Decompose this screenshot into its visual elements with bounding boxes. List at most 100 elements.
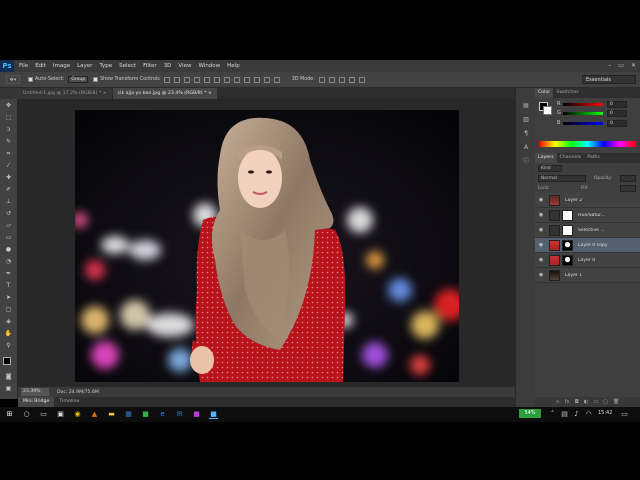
3d-roll-icon[interactable] — [328, 76, 335, 83]
align-right-icon[interactable] — [213, 76, 220, 83]
tab-layers[interactable]: Layers — [535, 153, 557, 163]
blend-mode-dropdown[interactable]: Normal — [538, 174, 586, 182]
layer-row[interactable]: ◉ Layer 0 — [535, 253, 640, 268]
maximize-icon[interactable]: ▭ — [618, 62, 624, 69]
type-tool-icon[interactable]: T — [4, 282, 13, 290]
screen-mode-icon[interactable]: ▣ — [4, 385, 13, 393]
tab-mini-bridge[interactable]: Mini Bridge — [18, 397, 55, 407]
move-tool-preset-icon[interactable]: ✥▾ — [6, 75, 20, 84]
history-brush-tool-icon[interactable]: ↺ — [4, 210, 13, 218]
search-icon[interactable]: ○ — [22, 410, 31, 419]
quick-mask-icon[interactable]: ◙ — [4, 373, 13, 381]
info-panel-icon[interactable]: ⓘ — [522, 158, 530, 166]
distribute-left-icon[interactable] — [253, 76, 260, 83]
slider-b-value[interactable]: 0 — [607, 119, 627, 127]
workspace-dropdown[interactable]: Essentials — [582, 75, 636, 84]
zoom-level-field[interactable]: 23.39% — [21, 388, 49, 396]
lasso-tool-icon[interactable]: ↄ — [4, 126, 13, 134]
menu-view[interactable]: View — [178, 63, 191, 69]
paragraph-panel-icon[interactable]: ¶ — [522, 130, 530, 138]
eyedropper-tool-icon[interactable]: ⁄ — [4, 162, 13, 170]
menu-file[interactable]: File — [19, 63, 28, 69]
dodge-tool-icon[interactable]: ◔ — [4, 258, 13, 266]
clone-stamp-tool-icon[interactable]: ⊥ — [4, 198, 13, 206]
opacity-field[interactable] — [619, 174, 636, 182]
pen-tool-icon[interactable]: ✒ — [4, 270, 13, 278]
fill-field[interactable] — [619, 184, 636, 192]
tab-untitled-1[interactable]: Untitled-1.jpg @ 17.2% (RGB/8) * × — [18, 88, 112, 99]
path-selection-tool-icon[interactable]: ➤ — [4, 294, 13, 302]
3d-rotate-icon[interactable] — [318, 76, 325, 83]
3d-slide-icon[interactable] — [348, 76, 355, 83]
character-panel-icon[interactable]: A — [522, 144, 530, 152]
distribute-bottom-icon[interactable] — [243, 76, 250, 83]
slider-r-track[interactable] — [563, 102, 603, 106]
taskbar-clock[interactable]: 15:42 — [598, 410, 612, 416]
distribute-right-icon[interactable] — [273, 76, 280, 83]
3d-tool-icon[interactable]: ◈ — [4, 318, 13, 326]
eye-icon[interactable]: ◉ — [538, 227, 544, 233]
eye-icon[interactable]: ◉ — [538, 212, 544, 218]
align-middle-icon[interactable] — [173, 76, 180, 83]
3d-scale-icon[interactable] — [358, 76, 365, 83]
menu-type[interactable]: Type — [99, 63, 112, 69]
distribute-top-icon[interactable] — [223, 76, 230, 83]
properties-panel-icon[interactable]: ▥ — [522, 116, 530, 124]
align-left-icon[interactable] — [193, 76, 200, 83]
menu-filter[interactable]: Filter — [143, 63, 157, 69]
menu-window[interactable]: Window — [198, 63, 220, 69]
distribute-middle-icon[interactable] — [233, 76, 240, 83]
tab-active-document[interactable]: cik ajja yo ban.jpg @ 23.4% (RGB/8) * × — [112, 88, 217, 99]
menu-layer[interactable]: Layer — [77, 63, 92, 69]
auto-select-checkbox[interactable] — [28, 77, 33, 82]
show-transform-checkbox[interactable] — [93, 77, 99, 82]
tab-channels[interactable]: Channels — [557, 153, 585, 163]
eye-icon[interactable]: ◉ — [538, 242, 544, 248]
vlc-icon[interactable]: ▲ — [90, 410, 99, 419]
battery-indicator[interactable]: 54% — [519, 409, 541, 418]
auto-select-dropdown[interactable]: Group — [68, 76, 89, 83]
edge-icon[interactable]: e — [158, 410, 167, 419]
crop-tool-icon[interactable]: ⌗ — [4, 150, 13, 158]
foreground-color-swatch[interactable] — [3, 357, 11, 365]
wifi-icon[interactable]: ◠ — [584, 410, 593, 419]
layer-row[interactable]: ◉ Hue/Satur... — [535, 208, 640, 223]
tab-paths[interactable]: Paths — [584, 153, 603, 163]
slider-r-value[interactable]: 0 — [607, 100, 627, 108]
notification-icon[interactable]: ▭ — [620, 410, 629, 419]
menu-3d[interactable]: 3D — [164, 63, 172, 69]
menu-edit[interactable]: Edit — [35, 63, 46, 69]
hand-tool-icon[interactable]: ✋ — [4, 330, 13, 338]
layer-filter-kind[interactable]: Kind — [538, 164, 562, 172]
new-layer-icon[interactable]: ▢ — [603, 399, 608, 405]
marquee-tool-icon[interactable]: ⬚ — [4, 114, 13, 122]
tab-color[interactable]: Color — [535, 88, 554, 98]
menu-image[interactable]: Image — [53, 63, 70, 69]
quick-select-tool-icon[interactable]: ✎ — [4, 138, 13, 146]
layer-row[interactable]: ◉ Layer 1 — [535, 268, 640, 283]
link-layers-icon[interactable]: ∞ — [556, 399, 560, 405]
brush-tool-icon[interactable]: ✐ — [4, 186, 13, 194]
distribute-center-icon[interactable] — [263, 76, 270, 83]
history-panel-icon[interactable]: ▤ — [522, 102, 530, 110]
3d-pan-icon[interactable] — [338, 76, 345, 83]
chrome-icon[interactable]: ◉ — [73, 410, 82, 419]
slider-g-value[interactable]: 0 — [607, 109, 627, 117]
windows-start-icon[interactable]: ⊞ — [5, 410, 14, 419]
task-view-icon[interactable]: ▭ — [39, 410, 48, 419]
layer-row[interactable]: ◉ Layer 0 copy — [535, 238, 640, 253]
color-background-swatch[interactable] — [543, 106, 552, 115]
eye-icon[interactable]: ◉ — [538, 272, 544, 278]
slider-g-track[interactable] — [563, 111, 603, 115]
document-size-info[interactable]: Doc: 24.9M/75.6M — [57, 390, 99, 395]
document-canvas[interactable] — [75, 110, 459, 382]
healing-brush-tool-icon[interactable]: ✚ — [4, 174, 13, 182]
menu-select[interactable]: Select — [119, 63, 136, 69]
zoom-tool-icon[interactable]: ⚲ — [4, 342, 13, 350]
app-icon[interactable]: ▣ — [56, 410, 65, 419]
align-center-icon[interactable] — [203, 76, 210, 83]
tab-swatches[interactable]: Swatches — [553, 88, 581, 98]
align-bottom-icon[interactable] — [183, 76, 190, 83]
shape-tool-icon[interactable]: ▢ — [4, 306, 13, 314]
close-icon[interactable]: ✕ — [631, 62, 636, 69]
